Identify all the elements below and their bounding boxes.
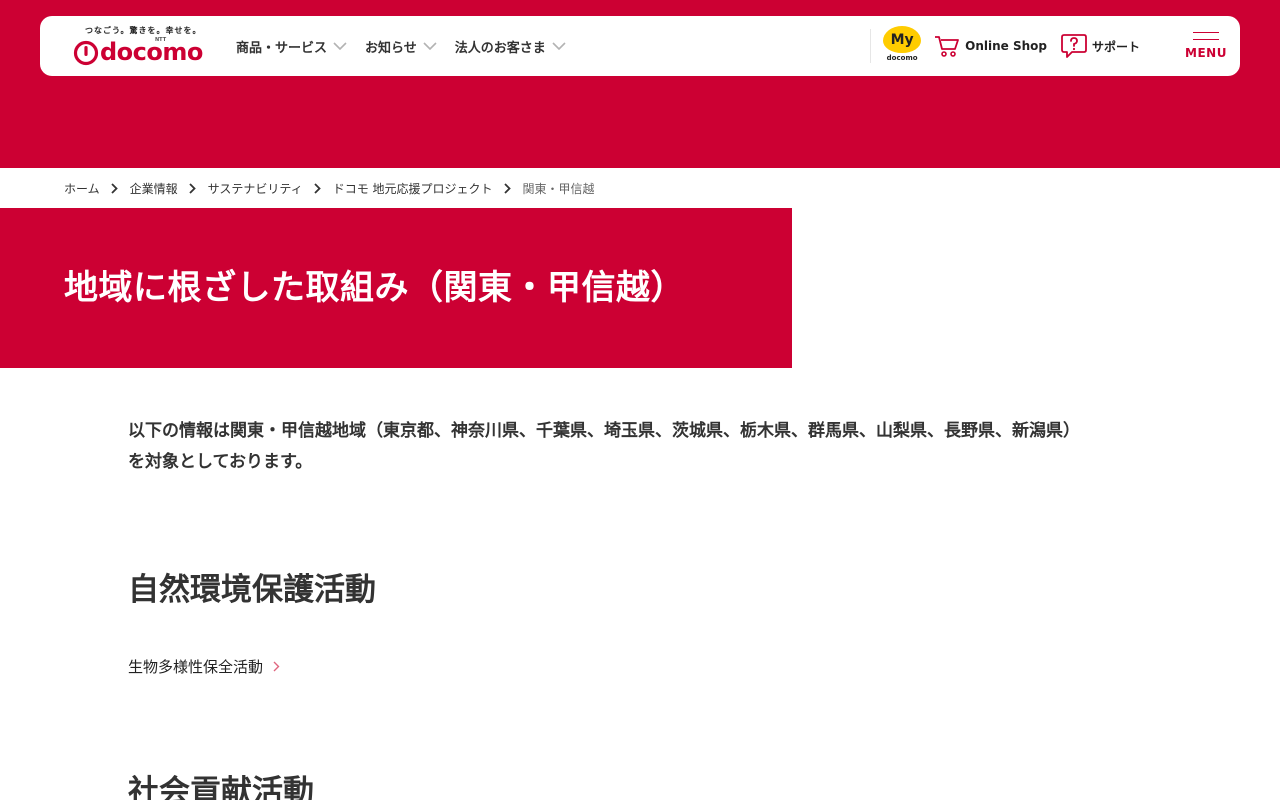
nav-item-business[interactable]: 法人のお客さま xyxy=(455,37,566,56)
chevron-down-icon xyxy=(552,42,566,50)
support-link[interactable]: サポート xyxy=(1061,33,1140,59)
help-bubble-icon xyxy=(1061,34,1087,58)
breadcrumb-corporate[interactable]: 企業情報 xyxy=(130,180,178,197)
chevron-down-icon xyxy=(333,42,347,50)
biodiversity-link[interactable]: 生物多様性保全活動 xyxy=(128,656,280,677)
page-title: 地域に根ざした取組み（関東・甲信越） xyxy=(64,268,685,308)
mydocomo-badge: My xyxy=(883,26,922,53)
mydocomo-sub: docomo xyxy=(886,54,918,62)
breadcrumb-project[interactable]: ドコモ 地元応援プロジェクト xyxy=(333,180,493,197)
online-shop-link[interactable]: Online Shop xyxy=(934,34,1047,58)
nav-item-news[interactable]: お知らせ xyxy=(365,37,437,56)
intro-text: 以下の情報は関東・甲信越地域（東京都、神奈川県、千葉県、埼玉県、茨城県、栃木県、… xyxy=(128,416,1152,478)
support-label: サポート xyxy=(1091,39,1140,54)
utility-nav: My docomo Online Shop サポート MENU xyxy=(870,16,1240,76)
logo-tagline: つなごう。驚きを。幸せを。 xyxy=(85,26,202,35)
nav-item-label: 商品・サービス xyxy=(236,40,328,56)
breadcrumb-home[interactable]: ホーム xyxy=(64,180,100,197)
nav-item-label: 法人のお客さま xyxy=(454,40,546,56)
section-heading-nature: 自然環境保護活動 xyxy=(128,572,376,608)
breadcrumb-sustainability[interactable]: サステナビリティ xyxy=(208,180,303,197)
biodiversity-link-label: 生物多様性保全活動 xyxy=(128,658,264,676)
utility-divider xyxy=(870,29,872,63)
menu-button[interactable]: MENU xyxy=(1176,16,1236,76)
breadcrumb-current: 関東・甲信越 xyxy=(522,181,595,196)
hamburger-icon xyxy=(1193,32,1219,40)
chevron-right-icon xyxy=(111,182,118,194)
docomo-logo[interactable]: つなごう。驚きを。幸せを。 NTT docomo xyxy=(73,25,203,69)
chevron-right-icon xyxy=(314,182,321,194)
menu-label: MENU xyxy=(1185,46,1227,60)
mydocomo-link[interactable]: My docomo xyxy=(880,26,924,66)
chevron-right-icon xyxy=(503,182,511,194)
online-shop-label: Online Shop xyxy=(965,39,1047,53)
nav-item-products[interactable]: 商品・サービス xyxy=(236,37,347,56)
global-header: つなごう。驚きを。幸せを。 NTT docomo 商品・サービス お知らせ 法人… xyxy=(40,16,1240,76)
logo-wordmark: docomo xyxy=(100,38,203,66)
nav-item-label: お知らせ xyxy=(365,40,417,56)
intro-line-1: 以下の情報は関東・甲信越地域（東京都、神奈川県、千葉県、埼玉県、茨城県、栃木県、… xyxy=(128,421,1080,441)
chevron-down-icon xyxy=(423,42,437,50)
intro-line-2: を対象としております。 xyxy=(128,452,313,472)
breadcrumb: ホーム 企業情報 サステナビリティ ドコモ 地元応援プロジェクト 関東・甲信越 xyxy=(64,178,595,198)
cart-icon xyxy=(935,36,960,57)
main-nav: 商品・サービス お知らせ 法人のお客さま xyxy=(236,16,584,76)
docomo-mark-icon xyxy=(73,40,99,66)
section-heading-social: 社会貢献活動 xyxy=(128,774,314,800)
chevron-right-icon xyxy=(273,661,280,672)
chevron-right-icon xyxy=(189,182,196,194)
